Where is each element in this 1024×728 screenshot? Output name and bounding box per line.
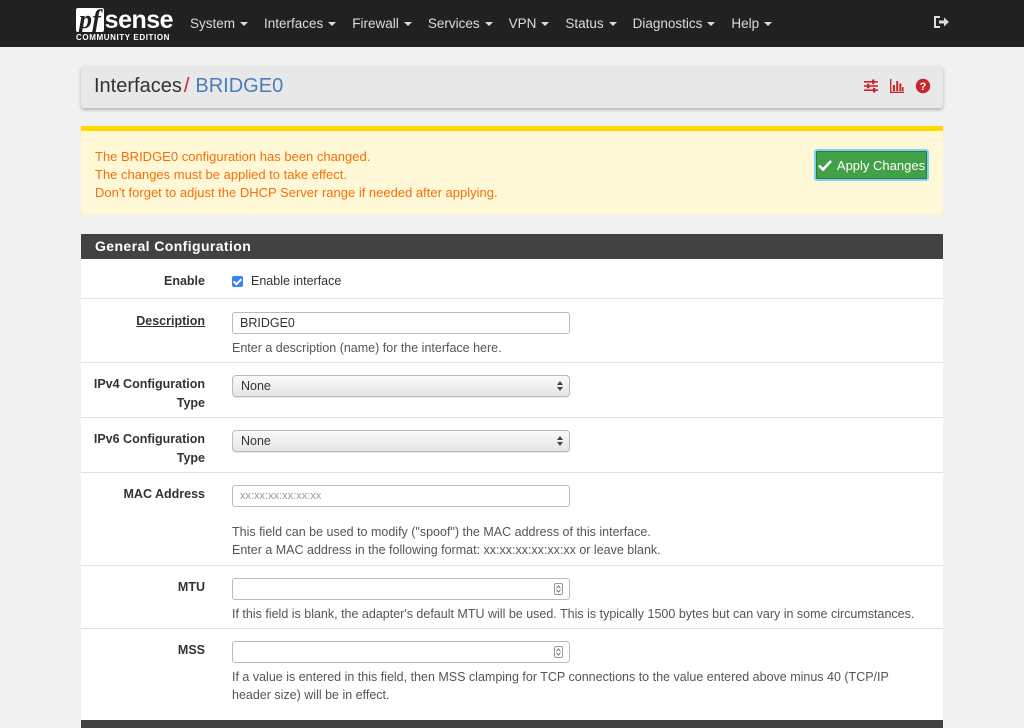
- description-row: Description BRIDGE0 Enter a description …: [81, 299, 943, 363]
- nav-interfaces-label: Interfaces: [264, 16, 324, 31]
- enable-checkbox[interactable]: [232, 276, 243, 288]
- next-panel-heading: [81, 720, 943, 728]
- alert-text: The BRIDGE0 configuration has been chang…: [95, 148, 498, 202]
- apply-changes-label: Apply Changes: [836, 157, 926, 173]
- spinner-icon[interactable]: [554, 583, 563, 595]
- mac-address-input[interactable]: xx:xx:xx:xx:xx:xx: [232, 485, 570, 507]
- mtu-row: MTU If this field is blank, the adapter'…: [81, 566, 943, 629]
- nav-status-label: Status: [565, 16, 604, 31]
- check-icon: [817, 160, 832, 171]
- nav-services[interactable]: Services: [420, 16, 501, 31]
- caret-down-icon: [764, 21, 773, 26]
- nav-system[interactable]: System: [182, 16, 256, 31]
- mss-label: MSS: [177, 643, 205, 657]
- enable-checkbox-label[interactable]: Enable interface: [251, 274, 341, 288]
- ipv4-type-selected: None: [241, 379, 271, 393]
- ipv6-type-label-line2: Type: [176, 451, 205, 465]
- caret-down-icon: [707, 21, 716, 26]
- ipv4-type-control: None: [232, 375, 570, 397]
- caret-down-icon: [328, 21, 337, 26]
- enable-label: Enable: [164, 274, 205, 288]
- mtu-control: If this field is blank, the adapter's de…: [232, 578, 914, 623]
- logo-sense: sense: [104, 6, 174, 34]
- ipv4-type-select[interactable]: None: [232, 375, 570, 397]
- caret-down-icon: [484, 21, 493, 26]
- nav-status[interactable]: Status: [557, 16, 624, 31]
- ipv6-type-control: None: [232, 430, 570, 452]
- main-menu: System Interfaces Firewall Services VPN …: [182, 0, 780, 47]
- mss-input[interactable]: [232, 641, 570, 663]
- mss-control: If a value is entered in this field, the…: [232, 641, 889, 704]
- mac-address-label: MAC Address: [123, 487, 206, 501]
- help-icon[interactable]: ?: [915, 78, 931, 94]
- mtu-help: If this field is blank, the adapter's de…: [232, 607, 915, 621]
- ipv4-type-label-line2: Type: [176, 396, 205, 410]
- logo-wordmark: pf sense: [76, 4, 174, 34]
- apply-changes-button[interactable]: Apply Changes: [814, 149, 929, 181]
- description-input[interactable]: BRIDGE0: [232, 312, 570, 334]
- nav-diagnostics[interactable]: Diagnostics: [625, 16, 724, 31]
- mac-address-help-2: Enter a MAC address in the following for…: [232, 543, 661, 557]
- mac-address-row: MAC Address xx:xx:xx:xx:xx:xx This field…: [81, 473, 943, 566]
- description-control: BRIDGE0 Enter a description (name) for t…: [232, 312, 570, 357]
- nav-services-label: Services: [427, 16, 480, 31]
- caret-down-icon: [541, 21, 550, 26]
- select-arrows-icon: [557, 381, 563, 391]
- header-icons: ?: [863, 78, 931, 94]
- ipv6-type-select[interactable]: None: [232, 430, 570, 452]
- caret-down-icon: [403, 21, 412, 26]
- mss-help-2: header size) will be in effect.: [232, 688, 390, 702]
- breadcrumb-separator: /: [183, 75, 190, 97]
- logout-icon[interactable]: [932, 14, 950, 30]
- nav-system-label: System: [190, 16, 236, 31]
- ipv6-type-selected: None: [241, 434, 271, 448]
- caret-down-icon: [240, 21, 249, 26]
- alert-line-3: Don't forget to adjust the DHCP Server r…: [95, 185, 498, 200]
- ipv6-type-row: IPv6 Configuration Type None: [81, 418, 943, 473]
- sliders-icon[interactable]: [863, 78, 879, 94]
- nav-help-label: Help: [731, 16, 760, 31]
- top-navbar: pf sense COMMUNITY EDITION System Interf…: [0, 0, 1024, 47]
- description-label: Description: [136, 314, 205, 328]
- enable-row: Enable Enable interface: [81, 259, 943, 299]
- nav-help[interactable]: Help: [723, 16, 780, 31]
- breadcrumb-current[interactable]: BRIDGE0: [195, 75, 283, 97]
- logo-edition: COMMUNITY EDITION: [76, 33, 171, 42]
- enable-control: Enable interface: [232, 272, 341, 291]
- nav-vpn[interactable]: VPN: [501, 16, 558, 31]
- mac-address-help-1: This field can be used to modify ("spoof…: [232, 525, 651, 539]
- nav-firewall-label: Firewall: [352, 16, 399, 31]
- caret-down-icon: [608, 21, 617, 26]
- ipv6-type-label: IPv6 Configuration Type: [94, 430, 205, 468]
- breadcrumb: Interfaces / BRIDGE0: [94, 75, 283, 98]
- pfsense-logo[interactable]: pf sense COMMUNITY EDITION: [76, 4, 176, 44]
- panel-title: General Configuration: [81, 234, 943, 259]
- logo-pf: pf: [76, 7, 104, 33]
- alert-line-2: The changes must be applied to take effe…: [95, 167, 347, 182]
- bar-chart-icon[interactable]: [889, 78, 905, 94]
- changes-alert: The BRIDGE0 configuration has been chang…: [81, 126, 943, 215]
- nav-diagnostics-label: Diagnostics: [632, 16, 703, 31]
- ipv4-type-row: IPv4 Configuration Type None: [81, 363, 943, 418]
- mss-row: MSS If a value is entered in this field,…: [81, 629, 943, 711]
- select-arrows-icon: [557, 436, 563, 446]
- breadcrumb-root[interactable]: Interfaces: [94, 75, 182, 97]
- nav-firewall[interactable]: Firewall: [344, 16, 420, 31]
- ipv4-type-label-line1: IPv4 Configuration: [93, 377, 205, 391]
- svg-text:?: ?: [920, 81, 927, 93]
- alert-line-1: The BRIDGE0 configuration has been chang…: [95, 149, 371, 164]
- nav-interfaces[interactable]: Interfaces: [256, 16, 344, 31]
- spinner-icon[interactable]: [554, 646, 563, 658]
- nav-vpn-label: VPN: [508, 16, 537, 31]
- general-configuration-panel: General Configuration Enable Enable inte…: [81, 234, 943, 728]
- ipv4-type-label: IPv4 Configuration Type: [94, 375, 205, 413]
- ipv6-type-label-line1: IPv6 Configuration: [93, 432, 205, 446]
- page-header: Interfaces / BRIDGE0 ?: [81, 66, 943, 108]
- description-help: Enter a description (name) for the inter…: [232, 341, 502, 355]
- mss-help-1: If a value is entered in this field, the…: [232, 670, 889, 684]
- mac-address-control: xx:xx:xx:xx:xx:xx This field can be used…: [232, 485, 661, 559]
- mtu-label: MTU: [177, 580, 205, 594]
- mtu-input[interactable]: [232, 578, 570, 600]
